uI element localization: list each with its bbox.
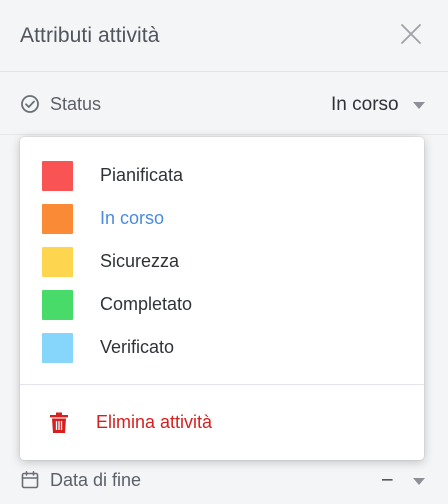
delete-task-button[interactable]: Elimina attività: [20, 400, 424, 444]
delete-task-label: Elimina attività: [96, 412, 213, 432]
calendar-icon: [21, 471, 39, 489]
status-option-label: Completato: [100, 294, 193, 314]
status-option-verificato[interactable]: Verificato: [20, 327, 424, 370]
panel-header: Attributi attività: [0, 0, 448, 72]
status-value[interactable]: In corso: [331, 94, 399, 116]
status-color-swatch: [42, 204, 73, 234]
close-icon[interactable]: [399, 22, 423, 46]
status-row[interactable]: Status In corso: [0, 74, 448, 134]
status-color-swatch: [42, 247, 73, 277]
trash-icon: [50, 412, 68, 433]
status-option-label: Sicurezza: [100, 251, 180, 271]
divider: [0, 134, 448, 135]
status-color-swatch: [42, 333, 73, 363]
status-option-label: Pianificata: [100, 165, 184, 185]
status-option-in-corso[interactable]: In corso: [20, 198, 424, 241]
status-option-completato[interactable]: Completato: [20, 284, 424, 327]
status-option-sicurezza[interactable]: Sicurezza: [20, 241, 424, 284]
end-date-value[interactable]: –: [382, 469, 393, 491]
dropdown-divider: [20, 384, 424, 385]
status-color-swatch: [42, 161, 73, 191]
end-date-label: Data di fine: [50, 470, 142, 490]
panel-title: Attributi attività: [20, 24, 160, 47]
status-label: Status: [50, 94, 102, 114]
chevron-down-icon[interactable]: [413, 102, 425, 109]
status-option-pianificata[interactable]: Pianificata: [20, 155, 424, 198]
status-dropdown: Pianificata In corso Sicurezza Completat…: [20, 137, 424, 460]
status-option-label: Verificato: [100, 337, 175, 357]
status-option-label: In corso: [100, 208, 165, 228]
check-circle-icon: [21, 95, 39, 113]
status-color-swatch: [42, 290, 73, 320]
chevron-down-icon[interactable]: [413, 478, 425, 485]
